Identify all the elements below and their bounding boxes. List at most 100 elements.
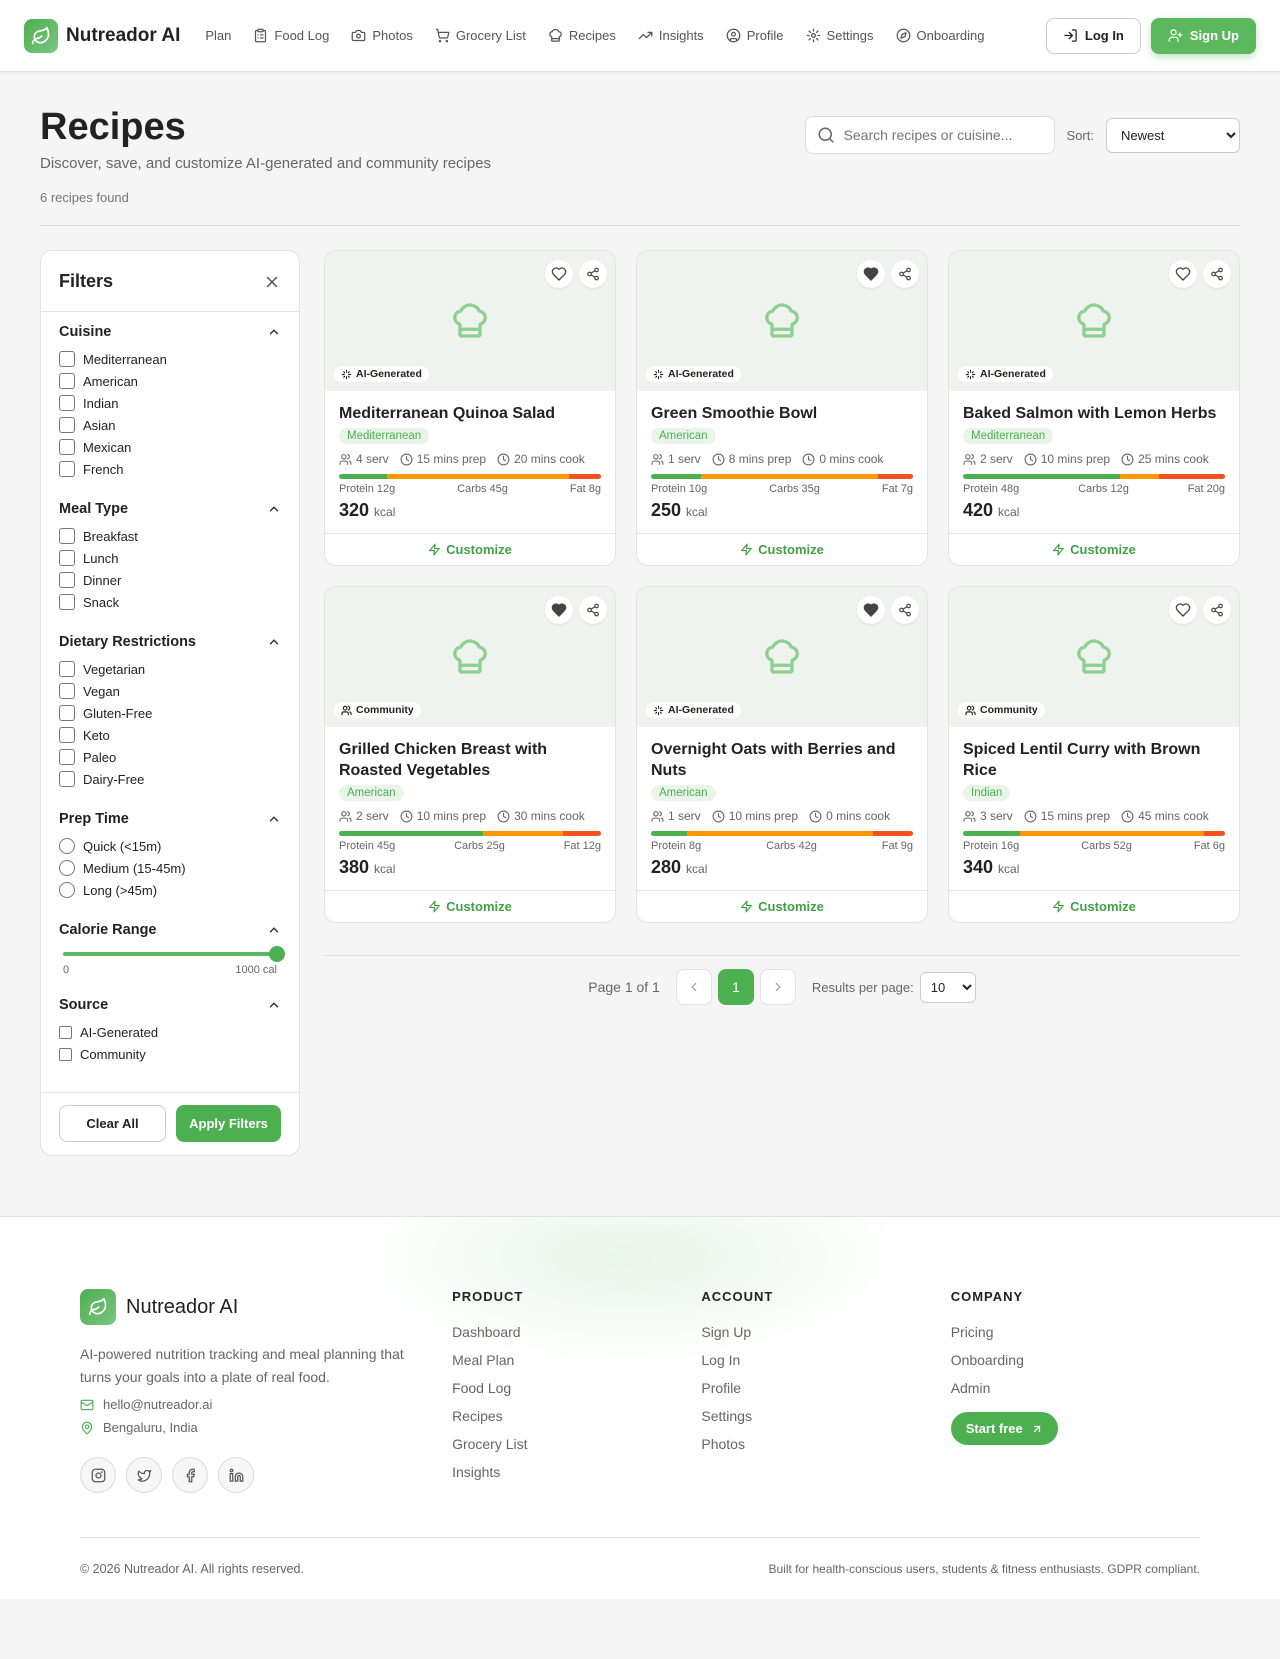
recipe-card[interactable]: Community Spiced Lentil Curry with Brown … [948,586,1240,923]
nav-item-recipes[interactable]: Recipes [539,22,625,49]
signup-button[interactable]: Sign Up [1150,17,1256,54]
customize-button[interactable]: Customize [637,890,927,922]
recipe-title[interactable]: Grilled Chicken Breast with Roasted Vege… [339,739,601,781]
nav-item-photos[interactable]: Photos [342,22,421,49]
checkbox[interactable] [59,683,75,699]
footer-link[interactable]: Admin [951,1374,1200,1402]
prev-page-button[interactable] [675,969,712,1005]
radio-button[interactable] [59,860,75,876]
footer-email[interactable]: hello@nutreador.ai [80,1397,452,1412]
filter-section-header[interactable]: Prep Time [59,811,281,827]
filter-option[interactable]: Asian [59,414,281,436]
favorite-filled-button[interactable] [857,596,885,624]
checkbox[interactable] [59,661,75,677]
recipe-title[interactable]: Spiced Lentil Curry with Brown Rice [963,739,1225,781]
search-input[interactable] [843,127,1043,143]
recipe-card[interactable]: AI-Generated Mediterranean Quinoa Salad Me… [324,250,616,566]
instagram-icon[interactable] [80,1457,116,1493]
filter-section-header[interactable]: Cuisine [59,324,281,340]
share-button[interactable] [1203,260,1231,288]
recipe-image[interactable]: AI-Generated [325,251,615,391]
share-button[interactable] [891,260,919,288]
footer-link[interactable]: Log In [701,1346,950,1374]
recipe-image[interactable]: Community [325,587,615,727]
filter-option[interactable]: Community [59,1043,281,1065]
checkbox[interactable] [59,373,75,389]
recipe-image[interactable]: Community [949,587,1239,727]
filter-option[interactable]: Lunch [59,547,281,569]
footer-link[interactable]: Recipes [452,1402,701,1430]
checkbox[interactable] [59,439,75,455]
calorie-slider[interactable] [63,946,285,962]
nav-item-settings[interactable]: Settings [797,22,883,49]
facebook-icon[interactable] [172,1457,208,1493]
customize-button[interactable]: Customize [949,533,1239,565]
customize-button[interactable]: Customize [325,890,615,922]
footer-link[interactable]: Grocery List [452,1430,701,1458]
nav-item-profile[interactable]: Profile [717,22,793,49]
filter-option[interactable]: Medium (15-45m) [59,857,281,879]
filter-option[interactable]: Keto [59,724,281,746]
footer-link[interactable]: Sign Up [701,1318,950,1346]
recipe-card[interactable]: AI-Generated Baked Salmon with Lemon Herb… [948,250,1240,566]
checkbox[interactable] [59,771,75,787]
filter-option[interactable]: Gluten-Free [59,702,281,724]
footer-link[interactable]: Profile [701,1374,950,1402]
radio-button[interactable] [59,838,75,854]
recipe-title[interactable]: Green Smoothie Bowl [651,403,913,424]
filter-option[interactable]: Breakfast [59,525,281,547]
start-free-button[interactable]: Start free [950,1412,1058,1445]
recipe-card[interactable]: Community Grilled Chicken Breast with Roa… [324,586,616,923]
filter-section-header[interactable]: Dietary Restrictions [59,634,281,650]
filter-option[interactable]: Long (>45m) [59,879,281,901]
clear-all-button[interactable]: Clear All [59,1105,166,1142]
checkbox[interactable] [59,351,75,367]
filter-option[interactable]: Dinner [59,569,281,591]
filter-section-header[interactable]: Calorie Range [59,922,281,938]
checkbox[interactable] [59,727,75,743]
share-button[interactable] [1203,596,1231,624]
twitter-icon[interactable] [126,1457,162,1493]
page-button-current[interactable]: 1 [717,969,754,1005]
footer-link[interactable]: Photos [701,1430,950,1458]
nav-item-plan[interactable]: Plan [196,22,240,49]
favorite-filled-button[interactable] [857,260,885,288]
favorite-button[interactable] [1169,260,1197,288]
filter-option[interactable]: Dairy-Free [59,768,281,790]
recipe-image[interactable]: AI-Generated [637,251,927,391]
favorite-button[interactable] [545,260,573,288]
checkbox[interactable] [59,461,75,477]
checkbox[interactable] [59,528,75,544]
filter-section-header[interactable]: Meal Type [59,501,281,517]
recipe-title[interactable]: Baked Salmon with Lemon Herbs [963,403,1225,424]
next-page-button[interactable] [759,969,796,1005]
share-button[interactable] [891,596,919,624]
footer-link[interactable]: Food Log [452,1374,701,1402]
brand[interactable]: Nutreador AI [24,18,180,53]
footer-link[interactable]: Meal Plan [452,1346,701,1374]
filter-option[interactable]: Indian [59,392,281,414]
recipe-card[interactable]: AI-Generated Green Smoothie Bowl American 1… [636,250,928,566]
checkbox[interactable] [59,749,75,765]
slider-thumb[interactable] [269,946,285,962]
sort-select[interactable]: Newest [1106,117,1240,153]
checkbox[interactable] [59,1025,72,1039]
filter-option[interactable]: French [59,458,281,480]
filter-option[interactable]: Vegan [59,680,281,702]
footer-link[interactable]: Insights [452,1458,701,1486]
checkbox[interactable] [59,395,75,411]
customize-button[interactable]: Customize [325,533,615,565]
filter-option[interactable]: Mediterranean [59,348,281,370]
checkbox[interactable] [59,550,75,566]
nav-item-food-log[interactable]: Food Log [244,22,338,49]
customize-button[interactable]: Customize [949,890,1239,922]
footer-link[interactable]: Onboarding [951,1346,1200,1374]
customize-button[interactable]: Customize [637,533,927,565]
nav-item-onboarding[interactable]: Onboarding [887,22,994,49]
checkbox[interactable] [59,572,75,588]
filter-section-header[interactable]: Source [59,997,281,1013]
per-page-select[interactable]: 10 [919,971,976,1003]
footer-link[interactable]: Settings [701,1402,950,1430]
checkbox[interactable] [59,417,75,433]
checkbox[interactable] [59,705,75,721]
